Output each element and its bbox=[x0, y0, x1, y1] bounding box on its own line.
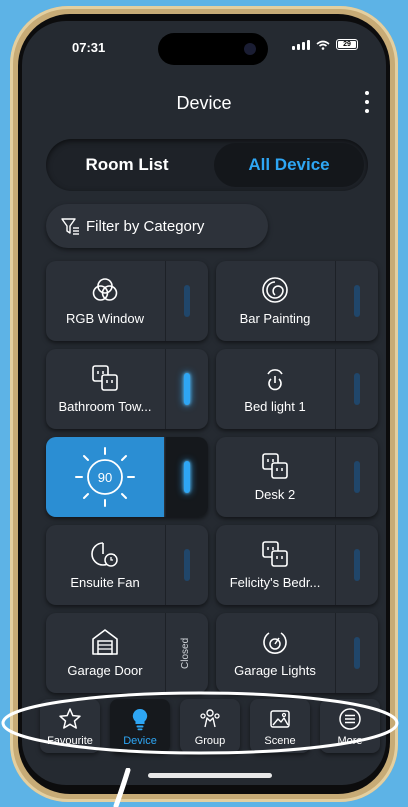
battery-icon: 29 bbox=[336, 39, 358, 50]
device-card-felicitys-bedroom: Felicity's Bedr... bbox=[216, 525, 378, 605]
device-label: Bed light 1 bbox=[244, 399, 306, 414]
app-header: Device bbox=[22, 83, 386, 123]
camera-icon bbox=[244, 43, 256, 55]
rgb-icon bbox=[92, 278, 118, 301]
device-slider[interactable] bbox=[165, 437, 208, 517]
highlight-oval bbox=[1, 691, 399, 755]
device-card-garage-door: Garage Door Closed bbox=[46, 613, 208, 693]
device-slider[interactable] bbox=[165, 261, 208, 341]
device-label: Felicity's Bedr... bbox=[229, 575, 321, 590]
device-card-rgb-window: RGB Window bbox=[46, 261, 208, 341]
device-card-desk-2: Desk 2 bbox=[216, 437, 378, 517]
status-bar: 07:31 29 bbox=[22, 21, 386, 75]
brightness-bar bbox=[354, 285, 360, 317]
device-card-garage-lights: Garage Lights bbox=[216, 613, 378, 693]
brightness-bar bbox=[354, 373, 360, 405]
device-slider[interactable] bbox=[335, 613, 378, 693]
timer-fan-icon bbox=[91, 542, 118, 567]
device-slider[interactable] bbox=[335, 437, 378, 517]
battery-level: 29 bbox=[338, 41, 356, 48]
device-tile[interactable]: Bathroom Tow... bbox=[46, 349, 164, 429]
tab-room-list[interactable]: Room List bbox=[52, 143, 202, 187]
tab-all-device[interactable]: All Device bbox=[214, 143, 364, 187]
brightness-bar bbox=[184, 373, 190, 405]
device-tile[interactable]: Bar Painting bbox=[216, 261, 334, 341]
filter-icon bbox=[61, 218, 79, 235]
page-title: Device bbox=[176, 93, 232, 113]
device-label: Bathroom Tow... bbox=[58, 399, 152, 414]
garage-icon bbox=[92, 629, 118, 655]
annotation-stroke bbox=[113, 768, 131, 807]
device-slider[interactable] bbox=[335, 261, 378, 341]
brightness-bar bbox=[184, 285, 190, 317]
device-label: Garage Door bbox=[67, 663, 143, 678]
device-slider[interactable] bbox=[165, 525, 208, 605]
device-label: Garage Lights bbox=[234, 663, 316, 678]
device-label: Ensuite Fan bbox=[70, 575, 140, 590]
device-tile[interactable]: RGB Window bbox=[46, 261, 164, 341]
device-slider[interactable] bbox=[165, 349, 208, 429]
brightness-bar bbox=[354, 549, 360, 581]
filter-label: Filter by Category bbox=[86, 217, 205, 235]
app-screen: 07:31 29 Device Room List All Device Fil… bbox=[22, 21, 386, 785]
device-tile[interactable]: Felicity's Bedr... bbox=[216, 525, 334, 605]
sun-dimmer-icon: 90 bbox=[75, 447, 135, 507]
device-card-bar-painting: Bar Painting bbox=[216, 261, 378, 341]
home-indicator bbox=[148, 773, 272, 778]
brightness-bar bbox=[354, 461, 360, 493]
device-card-bathroom-towel: Bathroom Tow... bbox=[46, 349, 208, 429]
dynamic-island bbox=[158, 33, 268, 65]
device-tile[interactable]: 90 bbox=[46, 437, 164, 517]
device-tile[interactable]: Bed light 1 bbox=[216, 349, 334, 429]
more-vertical-icon[interactable] bbox=[364, 91, 370, 113]
swirl-icon bbox=[262, 277, 288, 303]
device-card-dimmer-active: 90 bbox=[46, 437, 208, 517]
device-label: Bar Painting bbox=[239, 311, 311, 326]
device-tile[interactable]: Garage Door bbox=[46, 613, 164, 693]
device-label: Desk 2 bbox=[254, 487, 296, 502]
device-tile[interactable]: Garage Lights bbox=[216, 613, 334, 693]
status-time: 07:31 bbox=[72, 40, 106, 55]
lamp-power-icon bbox=[267, 369, 283, 391]
device-card-ensuite-fan: Ensuite Fan bbox=[46, 525, 208, 605]
outlet-icon bbox=[92, 365, 118, 391]
outlet-icon bbox=[262, 453, 288, 479]
brightness-bar bbox=[184, 549, 190, 581]
filter-by-category-button[interactable]: Filter by Category bbox=[46, 204, 268, 248]
garage-status[interactable]: Closed bbox=[165, 613, 208, 693]
brightness-bar bbox=[184, 461, 190, 493]
outlet-icon bbox=[262, 541, 288, 567]
gauge-icon bbox=[263, 632, 287, 654]
dimmer-value: 90 bbox=[98, 470, 112, 485]
device-tile[interactable]: Desk 2 bbox=[216, 437, 334, 517]
view-segmented-control: Room List All Device bbox=[46, 139, 368, 191]
device-slider[interactable] bbox=[335, 349, 378, 429]
device-slider[interactable] bbox=[335, 525, 378, 605]
status-icons: 29 bbox=[292, 39, 358, 50]
wifi-icon bbox=[316, 40, 330, 50]
device-tile[interactable]: Ensuite Fan bbox=[46, 525, 164, 605]
brightness-bar bbox=[354, 637, 360, 669]
device-label: RGB Window bbox=[65, 311, 145, 326]
device-card-bed-light-1: Bed light 1 bbox=[216, 349, 378, 429]
cellular-signal-icon bbox=[292, 39, 310, 50]
garage-status-text: Closed bbox=[180, 637, 191, 669]
